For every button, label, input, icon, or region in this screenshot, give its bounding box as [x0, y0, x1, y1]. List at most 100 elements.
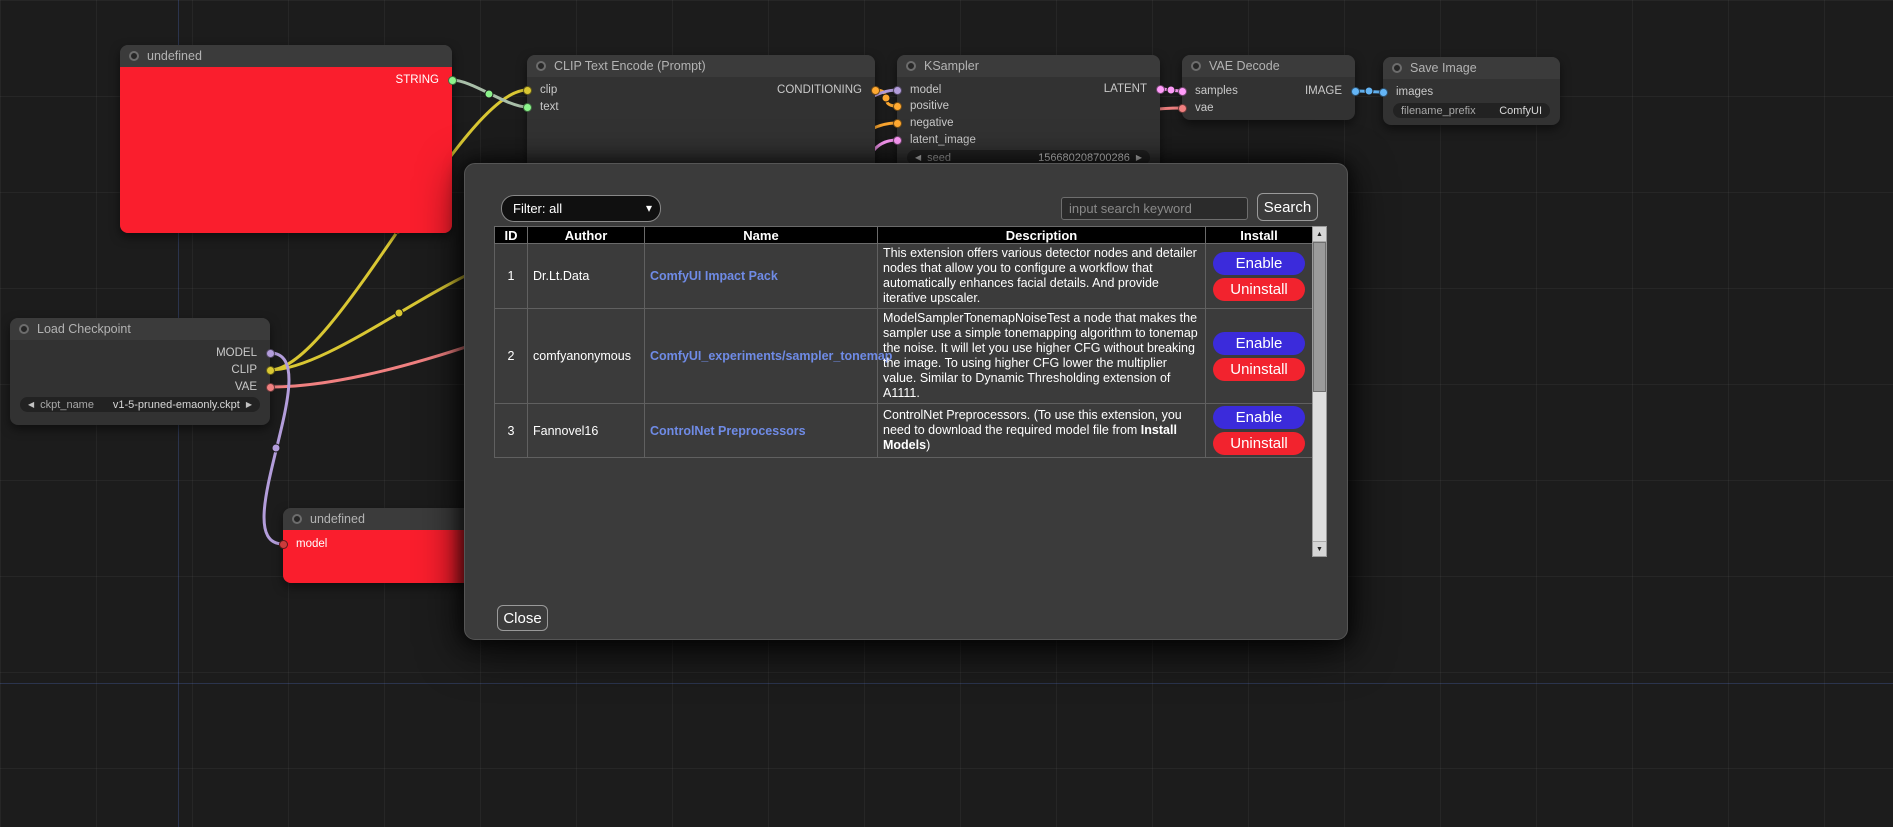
scroll-down-button[interactable]: ▼	[1313, 541, 1326, 556]
filename-prefix-widget[interactable]: filename_prefix ComfyUI	[1393, 103, 1550, 118]
node-title-bar[interactable]: VAE Decode	[1182, 55, 1355, 77]
input-port-vae[interactable]	[1178, 104, 1187, 113]
port-label-image: IMAGE	[1305, 85, 1342, 97]
widget-label: ckpt_name	[40, 399, 94, 411]
scroll-thumb[interactable]	[1313, 242, 1326, 392]
extension-link[interactable]: ControlNet Preprocessors	[650, 424, 806, 438]
node-save-image[interactable]: Save Image images filename_prefix ComfyU…	[1383, 57, 1560, 125]
scrollbar[interactable]: ▲ ▼	[1312, 226, 1327, 557]
port-label-vae: vae	[1195, 102, 1214, 114]
collapse-dot-icon[interactable]	[536, 61, 546, 71]
port-label-negative: negative	[910, 117, 953, 129]
widget-value: ComfyUI	[1499, 105, 1542, 117]
node-title: CLIP Text Encode (Prompt)	[554, 59, 706, 73]
extension-name-cell: ComfyUI_experiments/sampler_tonemap	[645, 309, 878, 404]
scroll-track[interactable]	[1313, 242, 1326, 541]
close-button[interactable]: Close	[497, 605, 548, 631]
collapse-dot-icon[interactable]	[906, 61, 916, 71]
previous-arrow-icon[interactable]: ◀	[28, 401, 34, 409]
collapse-dot-icon[interactable]	[292, 514, 302, 524]
extension-link[interactable]: ComfyUI Impact Pack	[650, 269, 778, 283]
search-input[interactable]	[1061, 197, 1248, 220]
collapse-dot-icon[interactable]	[19, 324, 29, 334]
extension-row: 1Dr.Lt.DataComfyUI Impact PackThis exten…	[495, 244, 1313, 309]
collapse-dot-icon[interactable]	[1191, 61, 1201, 71]
output-port-image[interactable]	[1351, 87, 1360, 96]
node-title-bar[interactable]: Save Image	[1383, 57, 1560, 79]
extension-author: Dr.Lt.Data	[528, 244, 645, 309]
collapse-dot-icon[interactable]	[129, 51, 139, 61]
port-label-latent-image: latent_image	[910, 134, 976, 146]
input-port-text[interactable]	[523, 103, 532, 112]
uninstall-button[interactable]: Uninstall	[1213, 278, 1305, 301]
extension-manager-dialog: Filter: all ▾ Search ID Author Name Desc…	[464, 163, 1348, 640]
output-port-string[interactable]	[448, 76, 457, 85]
port-label-model: MODEL	[216, 347, 257, 359]
extension-id: 3	[495, 404, 528, 458]
output-port-latent[interactable]	[1156, 85, 1165, 94]
increment-arrow-icon[interactable]: ▶	[1136, 154, 1142, 162]
input-port-latent-image[interactable]	[893, 136, 902, 145]
port-label-positive: positive	[910, 100, 949, 112]
input-port-samples[interactable]	[1178, 87, 1187, 96]
filter-select[interactable]: Filter: all	[501, 195, 661, 222]
header-name: Name	[645, 227, 878, 244]
enable-button[interactable]: Enable	[1213, 252, 1305, 275]
error-node-body	[120, 67, 452, 233]
port-label-text: text	[540, 101, 559, 113]
input-port-images[interactable]	[1379, 88, 1388, 97]
decrement-arrow-icon[interactable]: ◀	[915, 154, 921, 162]
node-title-bar[interactable]: CLIP Text Encode (Prompt)	[527, 55, 875, 77]
output-port-vae[interactable]	[266, 383, 275, 392]
extension-row: 2comfyanonymousComfyUI_experiments/sampl…	[495, 309, 1313, 404]
uninstall-button[interactable]: Uninstall	[1213, 432, 1305, 455]
port-label-model: model	[910, 84, 941, 96]
node-title: undefined	[147, 49, 202, 63]
extension-install-cell: Enable Uninstall	[1206, 404, 1313, 458]
extension-description: ModelSamplerTonemapNoiseTest a node that…	[878, 309, 1206, 404]
node-title-bar[interactable]: KSampler	[897, 55, 1160, 77]
enable-button[interactable]: Enable	[1213, 332, 1305, 355]
output-port-conditioning[interactable]	[871, 86, 880, 95]
node-clip-text-encode[interactable]: CLIP Text Encode (Prompt) clip text COND…	[527, 55, 875, 175]
port-label-clip: CLIP	[231, 364, 257, 376]
input-port-model[interactable]	[893, 86, 902, 95]
scroll-up-button[interactable]: ▲	[1313, 227, 1326, 242]
enable-button[interactable]: Enable	[1213, 406, 1305, 429]
extension-install-cell: Enable Uninstall	[1206, 309, 1313, 404]
link-dot	[1167, 86, 1175, 94]
search-button[interactable]: Search	[1257, 193, 1318, 221]
extension-table: ID Author Name Description Install 1Dr.L…	[494, 226, 1313, 458]
widget-value: v1-5-pruned-emaonly.ckpt	[113, 399, 240, 411]
node-title: KSampler	[924, 59, 979, 73]
extension-row: 3Fannovel16ControlNet PreprocessorsContr…	[495, 404, 1313, 458]
node-undefined-top[interactable]: undefined STRING	[120, 45, 452, 233]
link-dot	[485, 90, 493, 98]
input-port-clip[interactable]	[523, 86, 532, 95]
port-label-latent: LATENT	[1104, 83, 1147, 95]
uninstall-button[interactable]: Uninstall	[1213, 358, 1305, 381]
port-label-images: images	[1396, 86, 1433, 98]
node-title-bar[interactable]: Load Checkpoint	[10, 318, 270, 340]
input-port-positive[interactable]	[893, 102, 902, 111]
extension-id: 2	[495, 309, 528, 404]
next-arrow-icon[interactable]: ▶	[246, 401, 252, 409]
ckpt-name-widget[interactable]: ◀ ckpt_name v1-5-pruned-emaonly.ckpt ▶	[20, 397, 260, 412]
link-dot	[882, 94, 890, 102]
collapse-dot-icon[interactable]	[1392, 63, 1402, 73]
extension-link[interactable]: ComfyUI_experiments/sampler_tonemap	[650, 349, 892, 363]
header-id: ID	[495, 227, 528, 244]
node-title: undefined	[310, 512, 365, 526]
widget-label: seed	[927, 152, 951, 164]
extension-id: 1	[495, 244, 528, 309]
node-vae-decode[interactable]: VAE Decode samples vae IMAGE	[1182, 55, 1355, 120]
widget-value: 156680208700286	[1038, 152, 1130, 164]
output-port-model[interactable]	[266, 349, 275, 358]
extension-name-cell: ControlNet Preprocessors	[645, 404, 878, 458]
output-port-clip[interactable]	[266, 366, 275, 375]
node-load-checkpoint[interactable]: Load Checkpoint MODEL CLIP VAE ◀ ckpt_na…	[10, 318, 270, 425]
input-port-negative[interactable]	[893, 119, 902, 128]
input-port-model[interactable]	[279, 540, 288, 549]
table-header-row: ID Author Name Description Install	[495, 227, 1313, 244]
node-title-bar[interactable]: undefined	[120, 45, 452, 67]
